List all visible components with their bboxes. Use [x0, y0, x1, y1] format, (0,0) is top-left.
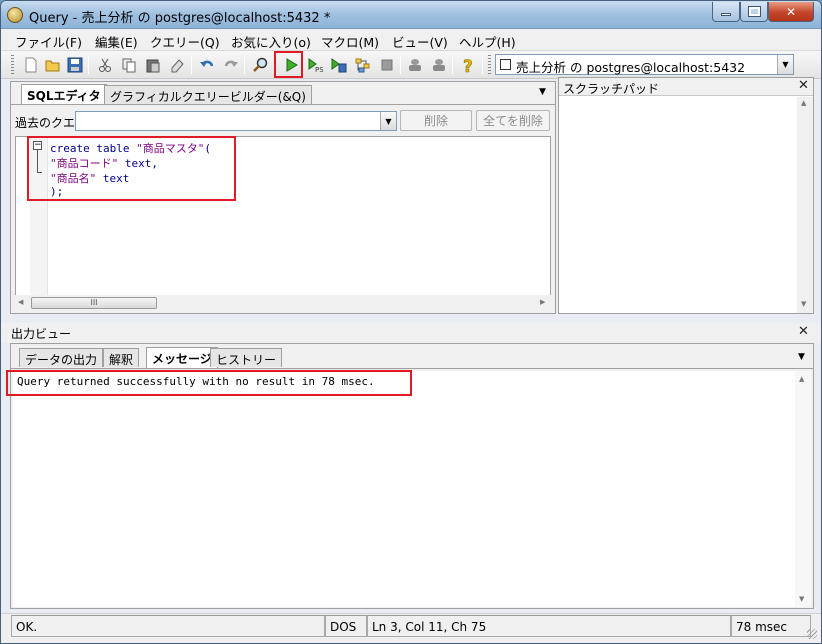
pane-menu-icon[interactable]: ▼ [539, 87, 546, 97]
scroll-up-icon[interactable]: ▲ [799, 375, 804, 383]
minimize-button[interactable] [712, 2, 740, 22]
close-scratchpad-icon[interactable]: ✕ [798, 78, 809, 93]
scratchpad-vertical-scrollbar[interactable]: ▲ ▼ [797, 97, 813, 313]
application-window: Query - 売上分析 の postgres@localhost:5432 *… [0, 0, 822, 644]
toolbar-separator [452, 56, 453, 74]
redo-icon[interactable] [221, 55, 241, 75]
copy-icon[interactable] [119, 55, 139, 75]
title-bar[interactable]: Query - 売上分析 の postgres@localhost:5432 *… [1, 1, 821, 29]
connection-label: 売上分析 の postgres@localhost:5432 [516, 60, 746, 75]
messages-vertical-scrollbar[interactable]: ▲ ▼ [795, 371, 811, 607]
horizontal-scroll-thumb[interactable]: III [31, 297, 157, 309]
menu-edit[interactable]: 編集(E) [95, 32, 138, 51]
toolbar-separator [244, 56, 245, 74]
new-icon[interactable] [21, 55, 41, 75]
maximize-icon [747, 6, 761, 17]
scroll-left-icon[interactable]: ◀ [18, 298, 23, 306]
status-encoding: DOS [325, 615, 367, 637]
menu-query[interactable]: クエリー(Q) [150, 32, 220, 51]
undo-icon[interactable] [197, 55, 217, 75]
status-cursor-position: Ln 3, Col 11, Ch 75 [367, 615, 731, 637]
svg-text:PS: PS [315, 66, 323, 73]
close-window-button[interactable]: ✕ [768, 2, 814, 22]
messages-textarea[interactable]: Query returned successfully with no resu… [13, 371, 795, 607]
maximize-button[interactable] [740, 2, 768, 22]
explain-icon[interactable] [353, 55, 373, 75]
cut-icon[interactable] [95, 55, 115, 75]
minimize-icon [721, 13, 731, 16]
toolbar-separator [88, 56, 89, 74]
find-icon[interactable] [251, 55, 271, 75]
output-header: 出力ビュー ✕ [1, 323, 821, 343]
scroll-up-icon[interactable]: ▲ [801, 99, 806, 107]
clear-icon[interactable] [167, 55, 187, 75]
close-icon: ✕ [785, 4, 797, 19]
svg-text:?: ? [463, 57, 473, 73]
chevron-down-icon[interactable]: ▼ [380, 112, 396, 130]
scroll-down-icon[interactable]: ▼ [799, 595, 804, 603]
cancel-icon[interactable] [377, 55, 397, 75]
connection-checkbox [500, 59, 511, 70]
scratchpad-pane: スクラッチパッド ✕ ▲ ▼ [558, 77, 814, 314]
toolbar-grip[interactable] [11, 55, 14, 75]
menu-favourites[interactable]: お気に入り(o) [231, 32, 311, 51]
close-output-icon[interactable]: ✕ [798, 324, 809, 339]
menu-macros[interactable]: マクロ(M) [321, 32, 379, 51]
scratchpad-header: スクラッチパッド ✕ [559, 78, 813, 96]
execute-highlight-box [274, 51, 303, 78]
menu-bar: ファイル(F) 編集(E) クエリー(Q) お気に入り(o) マクロ(M) ビュ… [1, 29, 821, 51]
delete-button[interactable]: 削除 [400, 110, 472, 131]
output-title: 出力ビュー [11, 327, 72, 341]
tab-messages[interactable]: メッセージ [146, 347, 218, 368]
scratchpad-title: スクラッチパッド [563, 82, 660, 96]
pane-menu-icon[interactable]: ▼ [798, 352, 805, 362]
help-icon[interactable]: ? [458, 55, 478, 75]
toolbar-grip[interactable] [488, 55, 491, 75]
tab-explain[interactable]: 解釈 [103, 348, 140, 367]
window-title: Query - 売上分析 の postgres@localhost:5432 * [29, 11, 331, 26]
menu-view[interactable]: ビュー(V) [392, 32, 448, 51]
tab-divider [11, 368, 813, 369]
delete-all-button[interactable]: 全てを削除 [476, 110, 550, 131]
rollback-icon[interactable] [429, 55, 449, 75]
resize-grip-icon[interactable] [807, 629, 817, 639]
history-select[interactable]: ▼ [75, 111, 397, 131]
toolbar-separator [400, 56, 401, 74]
tab-graphical-query-builder[interactable]: グラフィカルクエリービルダー(&Q) [104, 85, 312, 104]
tab-sql-editor[interactable]: SQLエディタ [21, 84, 107, 105]
editor-horizontal-scrollbar[interactable]: ◀ III ▶ [15, 295, 551, 311]
connection-select[interactable]: 売上分析 の postgres@localhost:5432 ▼ [495, 54, 794, 75]
sql-code-highlight-box [27, 136, 236, 201]
paste-icon[interactable] [143, 55, 163, 75]
tab-divider [11, 104, 555, 105]
message-highlight-box [6, 370, 412, 396]
status-duration: 78 msec [731, 615, 811, 637]
tab-data-output[interactable]: データの出力 [19, 348, 104, 367]
chevron-down-icon[interactable]: ▼ [777, 55, 793, 74]
scratchpad-textarea[interactable] [561, 98, 795, 312]
elephant-icon [7, 7, 23, 23]
execute-to-file-icon[interactable] [329, 55, 349, 75]
execute-pgscript-icon[interactable]: PS [305, 55, 325, 75]
save-icon[interactable] [65, 55, 85, 75]
tab-history[interactable]: ヒストリー [210, 348, 283, 367]
toolbar-separator [482, 56, 483, 74]
commit-icon[interactable] [405, 55, 425, 75]
open-icon[interactable] [43, 55, 63, 75]
menu-help[interactable]: ヘルプ(H) [459, 32, 516, 51]
menu-file[interactable]: ファイル(F) [15, 32, 82, 51]
toolbar-separator [191, 56, 192, 74]
scroll-right-icon[interactable]: ▶ [540, 298, 545, 306]
status-state: OK. [11, 615, 325, 637]
scroll-down-icon[interactable]: ▼ [801, 300, 806, 308]
